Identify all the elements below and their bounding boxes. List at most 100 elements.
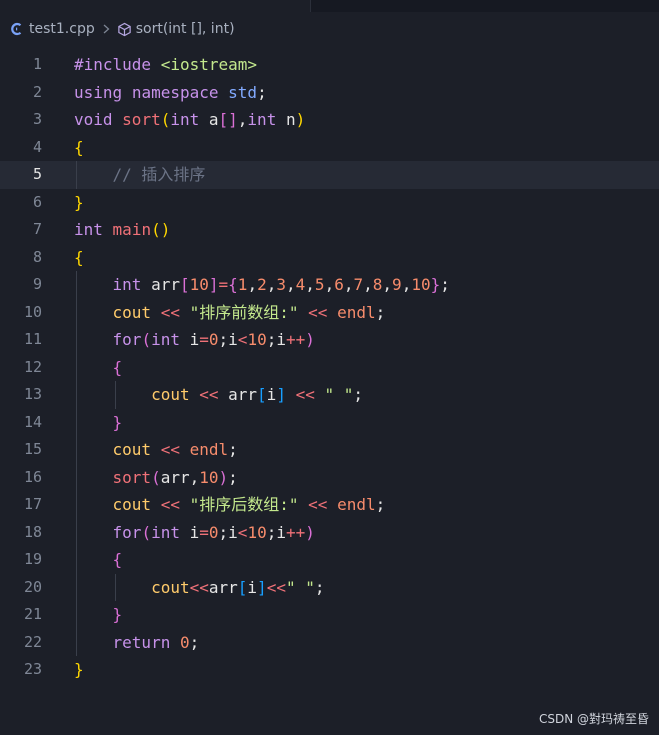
code-token: arr — [208, 577, 238, 597]
cube-method-icon — [117, 22, 132, 37]
breadcrumb-file[interactable]: test1.cpp — [10, 21, 95, 37]
code-line[interactable]: 10 cout << "排序前数组:" << endl; — [0, 299, 659, 327]
tab-strip — [0, 0, 659, 12]
code-token: , — [247, 275, 258, 294]
code-token: 2 — [257, 275, 267, 294]
code-text: { — [74, 134, 84, 162]
line-number: 19 — [23, 550, 42, 568]
code-line[interactable]: 22 return 0; — [0, 629, 659, 657]
code-text: sort(arr,10); — [74, 464, 238, 492]
code-line[interactable]: 2 using namespace std; — [0, 79, 659, 107]
code-text: int arr[10]={1,2,3,4,5,6,7,8,9,10}; — [74, 271, 450, 299]
code-token: int — [151, 522, 180, 542]
indent-guide — [76, 161, 77, 189]
code-token: ; — [353, 385, 364, 404]
code-text: // 插入排序 — [74, 161, 206, 189]
code-token: cout — [151, 577, 190, 597]
code-token: = — [199, 522, 209, 542]
code-token: } — [74, 192, 84, 212]
code-line[interactable]: 19 { — [0, 546, 659, 574]
code-token: = — [218, 275, 229, 294]
breadcrumb-symbol-label: sort(int [], int) — [135, 21, 235, 37]
code-token: cout — [112, 495, 152, 514]
line-number: 14 — [23, 412, 42, 431]
code-editor[interactable]: 1 #include <iostream> 2 using namespace std… — [0, 51, 659, 684]
code-token: i — [247, 577, 258, 597]
code-line[interactable]: 21 } — [0, 601, 659, 629]
line-number: 13 — [23, 385, 42, 403]
code-text: { — [74, 244, 84, 272]
line-number: 1 — [32, 55, 42, 73]
code-token: 0 — [208, 522, 219, 542]
code-line[interactable]: 6} — [0, 189, 659, 217]
code-line[interactable]: 9 int arr[10]={1,2,3,4,5,6,7,8,9,10}; — [0, 271, 659, 299]
code-text: using namespace std; — [74, 79, 267, 107]
code-line[interactable]: 5 // 插入排序 — [0, 161, 659, 189]
code-token: { — [228, 275, 238, 294]
code-line[interactable]: 16 sort(arr,10); — [0, 464, 659, 492]
watermark: CSDN @對玛祷至昏 — [538, 712, 649, 726]
code-line[interactable]: 7 int main() — [0, 216, 659, 244]
code-text: void sort(int a[],int n) — [74, 106, 305, 134]
code-line[interactable]: 20 cout<<arr[i]<<" "; — [0, 574, 659, 602]
code-token: "排序后数组:" — [189, 495, 299, 514]
code-token: [] — [218, 110, 238, 129]
code-token: // 插入排序 — [112, 165, 206, 184]
code-token: << — [199, 385, 219, 404]
code-token: 10 — [411, 275, 431, 294]
line-number: 20 — [23, 577, 42, 596]
code-text: return 0; — [74, 629, 200, 657]
code-token: endl — [189, 440, 229, 459]
line-number: 22 — [23, 632, 42, 651]
code-line[interactable]: 18 for(int i=0;i<10;i++) — [0, 519, 659, 547]
code-token: << — [266, 577, 286, 597]
code-token: ( — [141, 330, 152, 349]
code-line[interactable]: 4{ — [0, 134, 659, 162]
code-token: arr, — [160, 467, 200, 487]
code-line[interactable]: 15 cout << endl; — [0, 436, 659, 464]
code-text: for(int i=0;i<10;i++) — [74, 519, 315, 547]
code-line[interactable]: 12 { — [0, 354, 659, 382]
code-line[interactable]: 3 void sort(int a[],int n) — [0, 106, 659, 134]
code-token: << — [160, 440, 180, 459]
code-token: void — [74, 110, 113, 129]
code-line[interactable]: 1 #include <iostream> — [0, 51, 659, 79]
code-token: << — [160, 302, 180, 322]
code-token: < — [237, 522, 248, 542]
code-text: cout << endl; — [74, 436, 238, 464]
code-token: 9 — [392, 275, 402, 294]
code-token: [ — [257, 385, 267, 404]
code-line[interactable]: 13 cout << arr[i] << " "; — [0, 381, 659, 409]
code-line[interactable]: 23} — [0, 656, 659, 684]
code-token: < — [237, 330, 248, 349]
code-token: cout — [151, 385, 190, 404]
code-token: , — [237, 110, 248, 129]
code-line[interactable]: 14 } — [0, 409, 659, 437]
breadcrumb-symbol[interactable]: sort(int [], int) — [117, 21, 235, 37]
code-token: cout — [112, 440, 152, 459]
code-line[interactable]: 11 for(int i=0;i<10;i++) — [0, 326, 659, 354]
code-token: { — [74, 137, 84, 157]
active-tab[interactable] — [0, 0, 311, 12]
code-token: i — [179, 522, 200, 542]
code-line[interactable]: 17 cout << "排序后数组:" << endl; — [0, 491, 659, 519]
code-token: 4 — [295, 275, 306, 294]
code-text: { — [74, 354, 123, 382]
code-token: << — [308, 302, 328, 322]
line-number: 5 — [32, 165, 42, 183]
code-token: ( — [141, 522, 152, 542]
code-token: ] — [257, 577, 267, 597]
code-line[interactable]: 8{ — [0, 244, 659, 272]
